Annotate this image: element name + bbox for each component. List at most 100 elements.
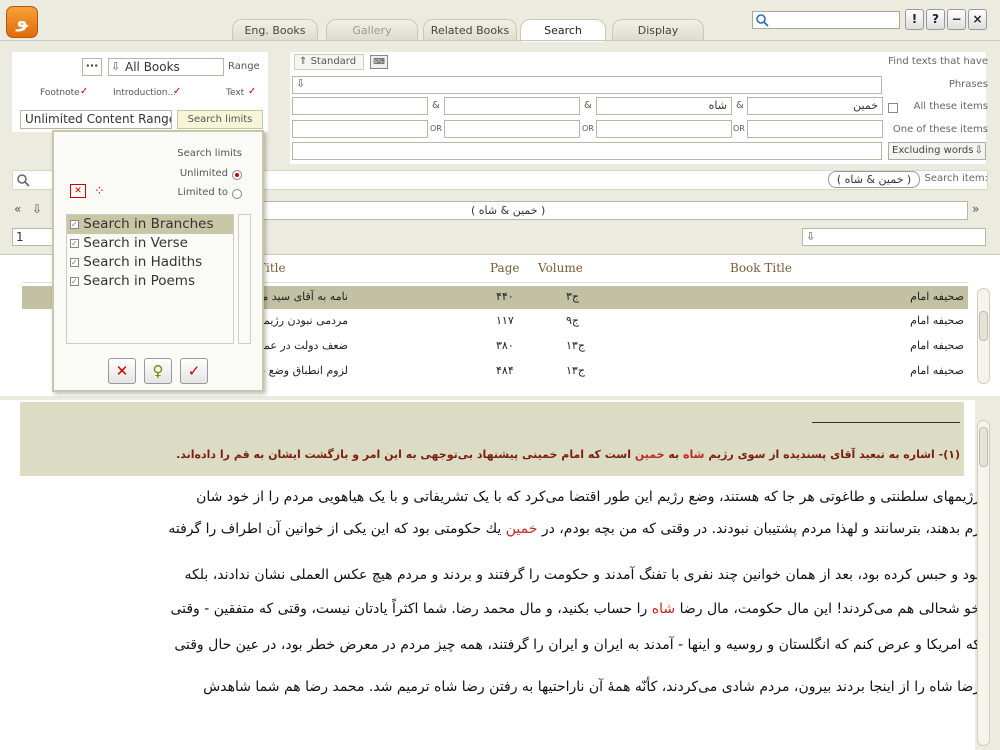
uncheck-all-icon[interactable]: ✕ bbox=[70, 184, 86, 198]
tab-related-books[interactable]: Related Books bbox=[423, 19, 517, 41]
footnote-label: Footnote bbox=[40, 88, 80, 98]
excluding-words-input[interactable] bbox=[292, 142, 882, 160]
footnote-rule bbox=[812, 422, 960, 423]
scroll-thumb[interactable] bbox=[979, 427, 988, 467]
sort-select[interactable]: ⇩ bbox=[802, 228, 986, 246]
list-item[interactable]: ✓ Search in Poems bbox=[67, 272, 233, 291]
cancel-button[interactable]: ✕ bbox=[108, 358, 136, 384]
introduction-checkbox[interactable]: ✓ bbox=[173, 86, 181, 97]
col-volume-header[interactable]: Volume bbox=[538, 261, 583, 275]
tab-search[interactable]: Search bbox=[520, 19, 606, 42]
row-volume: ج۱۳ bbox=[566, 339, 585, 352]
tab-display[interactable]: Display bbox=[612, 19, 704, 41]
chevron-down-icon: ⇩ bbox=[806, 230, 816, 243]
or-label-3: OR bbox=[430, 124, 442, 133]
phrases-chevron-icon: ⇩ bbox=[296, 77, 306, 90]
body-line: که امریکا و عرض کنم که انگلستان و روسیه … bbox=[174, 637, 980, 653]
alert-button[interactable]: ! bbox=[905, 9, 924, 30]
search-scope-list: ✓ Search in Branches ✓ Search in Verse ✓… bbox=[66, 214, 234, 344]
or-label-2: OR bbox=[582, 124, 594, 133]
excluding-words-select[interactable]: Excluding words ⇩ bbox=[888, 142, 986, 160]
search-item-chip[interactable]: ( خمین & شاه ) bbox=[828, 171, 920, 188]
unlimited-radio[interactable] bbox=[232, 168, 242, 181]
body-line: رم بدهند، بترسانند و لهذا مردم پشتیبان ن… bbox=[30, 514, 980, 544]
check-all-icon[interactable]: ⁘ bbox=[94, 184, 105, 199]
footnote-box bbox=[20, 402, 964, 476]
content-range-field[interactable]: Unlimited Content Range bbox=[20, 110, 172, 129]
tab-eng-books[interactable]: Eng. Books bbox=[232, 19, 318, 41]
tab-divider bbox=[0, 40, 1000, 41]
col-page-header[interactable]: Page bbox=[490, 261, 519, 275]
body-text: رم بدهند، بترسانند و لهذا مردم پشتیبان ن… bbox=[541, 521, 980, 537]
unlimited-label: Unlimited bbox=[179, 168, 228, 179]
footnote-checkbox[interactable]: ✓ bbox=[80, 86, 88, 97]
all-item-field-2[interactable]: شاه bbox=[596, 97, 732, 115]
col-book-header[interactable]: Book Title bbox=[730, 261, 792, 275]
range-label: Range bbox=[228, 61, 260, 72]
standard-button[interactable]: ⇑ Standard bbox=[294, 54, 364, 70]
text-checkbox[interactable]: ✓ bbox=[248, 86, 256, 97]
list-item-label: Search in Verse bbox=[83, 235, 188, 251]
app-logo: ﻮ bbox=[6, 6, 38, 38]
nav-first-icon[interactable]: « bbox=[14, 202, 21, 216]
table-scrollbar[interactable] bbox=[977, 288, 990, 384]
and-label-1: & bbox=[736, 100, 744, 111]
help-bulb-icon[interactable]: ♀ bbox=[144, 358, 172, 384]
body-text: را حساب بکنید، و مال محمد رضا. شما اکثرا… bbox=[170, 601, 648, 617]
nav-last-icon[interactable]: » bbox=[972, 202, 979, 216]
or-item-field-2[interactable] bbox=[596, 120, 732, 138]
checkbox[interactable]: ✓ bbox=[70, 219, 79, 229]
all-item-field-3[interactable] bbox=[444, 97, 580, 115]
list-item-label: Search in Hadiths bbox=[83, 254, 203, 270]
range-select[interactable]: All Books bbox=[108, 58, 224, 76]
body-line: رژیمهای سلطنتی و طاغوتی هر جا که هستند، … bbox=[196, 489, 980, 505]
or-label-1: OR bbox=[733, 124, 745, 133]
minimize-button[interactable]: − bbox=[947, 9, 966, 30]
more-button[interactable]: ··· bbox=[82, 58, 102, 76]
checkbox[interactable]: ✓ bbox=[70, 276, 79, 286]
popup-scrollbar[interactable] bbox=[238, 214, 251, 344]
or-item-field-3[interactable] bbox=[444, 120, 580, 138]
document-scrollbar[interactable] bbox=[977, 420, 990, 746]
all-items-checkbox[interactable] bbox=[888, 101, 898, 114]
phrases-input[interactable] bbox=[292, 76, 882, 94]
row-page: ۴۴۰ bbox=[496, 290, 514, 303]
scroll-thumb[interactable] bbox=[979, 311, 988, 341]
search-limits-popup: Search limits Unlimited Limited to ✕ ⁘ ✓… bbox=[52, 130, 264, 392]
page-number-input[interactable]: 1 bbox=[12, 228, 56, 246]
row-page: ۴۸۴ bbox=[496, 364, 514, 377]
ok-button[interactable]: ✓ bbox=[180, 358, 208, 384]
all-items-label: All these items bbox=[913, 101, 988, 112]
query-display: ( خمین & شاه ) bbox=[262, 201, 968, 220]
checkbox[interactable]: ✓ bbox=[70, 257, 79, 267]
body-line: بود و حبس کرده بود، بعد از همان خوانین چ… bbox=[184, 567, 980, 583]
search-item-label: Search item: bbox=[924, 173, 989, 184]
tab-gallery[interactable]: Gallery bbox=[326, 19, 418, 41]
limited-radio[interactable] bbox=[232, 187, 242, 200]
row-page: ۳۸۰ bbox=[496, 339, 514, 352]
body-text: یك حکومتی بود که این یکی از خوانین آن اط… bbox=[168, 521, 502, 537]
row-page: ۱۱۷ bbox=[496, 314, 514, 327]
list-item[interactable]: ✓ Search in Verse bbox=[67, 234, 233, 253]
help-button[interactable]: ? bbox=[926, 9, 945, 30]
find-texts-label: Find texts that have bbox=[888, 56, 988, 67]
row-book: صحیفه امام bbox=[910, 290, 964, 303]
or-item-field-1[interactable] bbox=[747, 120, 883, 138]
list-item[interactable]: ✓ Search in Hadiths bbox=[67, 253, 233, 272]
search-limits-button[interactable]: Search limits bbox=[177, 110, 263, 129]
and-label-3: & bbox=[432, 100, 440, 111]
close-button[interactable]: × bbox=[968, 9, 987, 30]
or-item-field-4[interactable] bbox=[292, 120, 428, 138]
search-icon[interactable] bbox=[16, 173, 30, 187]
row-volume: ج۹ bbox=[566, 314, 580, 327]
all-item-field-4[interactable] bbox=[292, 97, 428, 115]
chevron-up-icon: ⇑ bbox=[299, 56, 308, 67]
highlight-word: شاه bbox=[651, 601, 676, 617]
keyboard-icon[interactable]: ⌨ bbox=[370, 55, 388, 69]
all-item-field-1[interactable]: خمین bbox=[747, 97, 883, 115]
checkbox[interactable]: ✓ bbox=[70, 238, 79, 248]
nav-down-icon[interactable]: ⇩ bbox=[32, 202, 42, 216]
list-item[interactable]: ✓ Search in Branches bbox=[67, 215, 233, 234]
global-search-input[interactable] bbox=[752, 11, 900, 29]
chevron-down-icon: ⇩ bbox=[974, 145, 983, 156]
